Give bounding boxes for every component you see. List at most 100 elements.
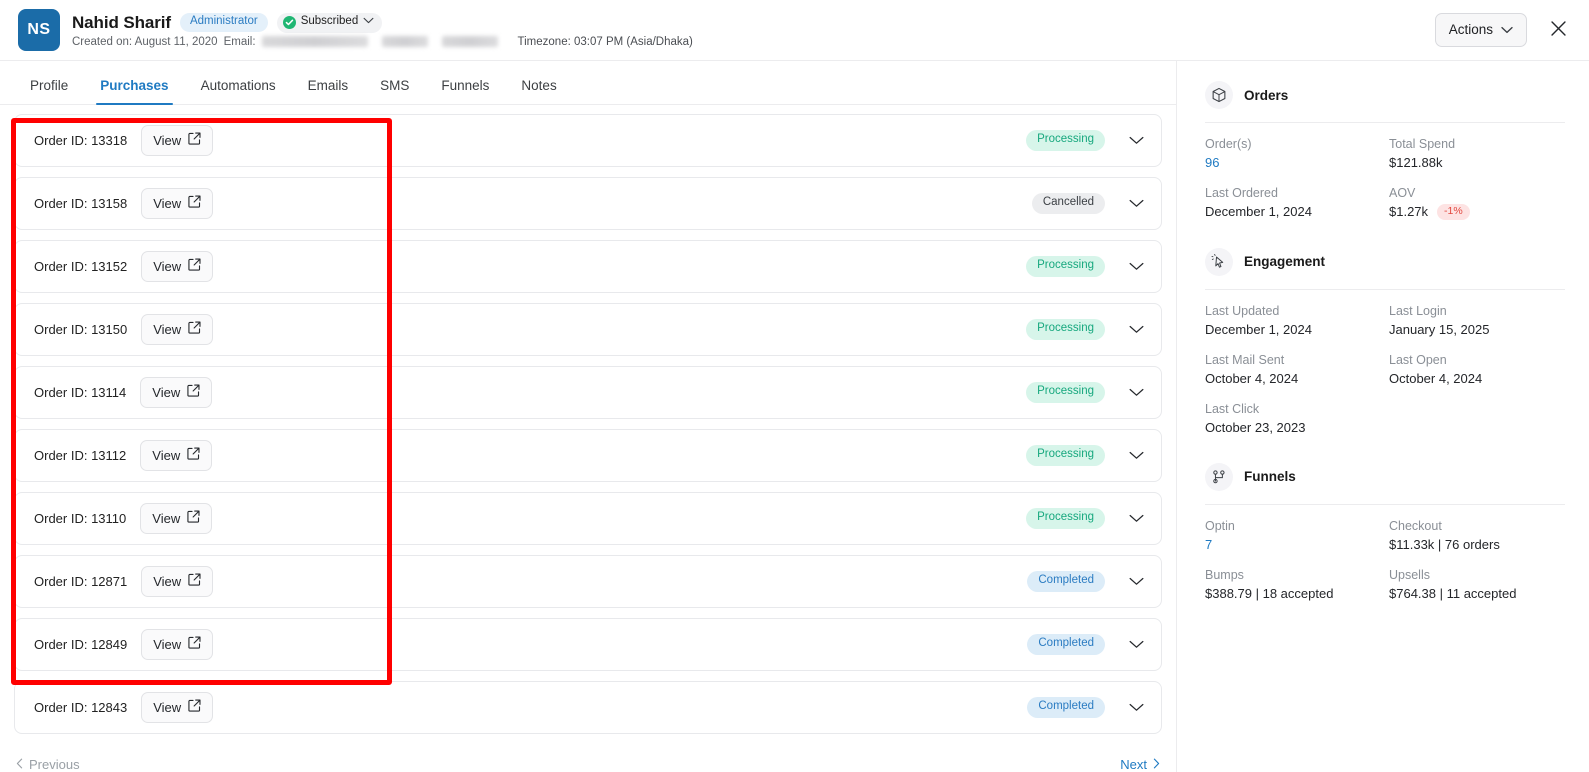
tab-profile[interactable]: Profile <box>14 78 84 105</box>
table-row[interactable]: Order ID: 12871 View Completed <box>14 555 1162 608</box>
view-order-button[interactable]: View <box>141 188 214 219</box>
table-row[interactable]: Order ID: 13114 View Processing <box>14 366 1162 419</box>
summary-field-label: Last Ordered <box>1205 186 1278 200</box>
table-row[interactable]: Order ID: 13150 View Processing <box>14 303 1162 356</box>
row-right-controls: Cancelled <box>1031 193 1145 214</box>
avatar: NS <box>18 9 60 51</box>
identity-text-block: Nahid Sharif Administrator Subscribed Cr… <box>72 12 693 48</box>
table-row[interactable]: Order ID: 13318 View Processing <box>14 114 1162 167</box>
summary-field-label: Checkout <box>1389 518 1442 533</box>
contact-detail-panel: NS Nahid Sharif Administrator Subscribed <box>0 0 1589 772</box>
divider <box>1205 503 1565 505</box>
summary-field-value-wrap: December 1, 2024 <box>1205 204 1381 219</box>
row-right-controls: Processing <box>1026 445 1145 466</box>
actions-button[interactable]: Actions <box>1434 13 1527 47</box>
tab-emails[interactable]: Emails <box>292 78 365 105</box>
close-button[interactable] <box>1545 17 1571 43</box>
expand-row-chevron-down-icon[interactable] <box>1127 514 1145 523</box>
summary-field-value: January 15, 2025 <box>1389 321 1490 337</box>
actions-button-label: Actions <box>1448 22 1493 37</box>
summary-field-label: Upsells <box>1389 567 1430 582</box>
status-badge: Processing <box>1026 256 1105 277</box>
summary-field: Total Spend $121.88k <box>1389 137 1565 170</box>
summary-field-value-wrap: October 4, 2024 <box>1205 371 1381 386</box>
view-order-label: View <box>152 384 181 400</box>
order-id-label: Order ID: 13318 <box>34 133 128 148</box>
view-order-label: View <box>153 636 182 652</box>
table-row[interactable]: Order ID: 13110 View Processing <box>14 492 1162 545</box>
view-order-button[interactable]: View <box>141 566 214 597</box>
view-order-button[interactable]: View <box>141 692 214 723</box>
tab-notes[interactable]: Notes <box>505 78 572 105</box>
expand-row-chevron-down-icon[interactable] <box>1127 577 1145 586</box>
expand-row-chevron-down-icon[interactable] <box>1127 640 1145 649</box>
external-link-icon <box>188 258 201 274</box>
view-order-button[interactable]: View <box>141 125 214 156</box>
status-badge: Completed <box>1027 697 1105 718</box>
next-page-button[interactable]: Next <box>1120 757 1160 772</box>
table-row[interactable]: Order ID: 13158 View Cancelled <box>14 177 1162 230</box>
expand-row-chevron-down-icon[interactable] <box>1127 199 1145 208</box>
summary-field-value-wrap[interactable]: 7 <box>1205 537 1381 552</box>
summary-field-label: Last Click <box>1205 401 1260 416</box>
table-row[interactable]: Order ID: 13152 View Processing <box>14 240 1162 293</box>
summary-field-value-wrap: $1.27k -1% <box>1389 204 1565 220</box>
summary-field: Last Login January 15, 2025 <box>1389 304 1565 337</box>
engagement-fields: Last Updated December 1, 2024 Last Login Ja… <box>1205 304 1565 435</box>
identity-secondary-row: Created on: August 11, 2020 Email: Timez… <box>72 36 693 48</box>
divider <box>1205 288 1565 290</box>
expand-row-chevron-down-icon[interactable] <box>1127 262 1145 271</box>
order-id-label: Order ID: 12849 <box>34 637 128 652</box>
view-order-button[interactable]: View <box>141 629 214 660</box>
timezone-text: Timezone: 03:07 PM (Asia/Dhaka) <box>517 35 693 48</box>
tab-funnels[interactable]: Funnels <box>425 78 505 105</box>
next-page-label: Next <box>1120 757 1147 772</box>
view-order-button[interactable]: View <box>140 440 213 471</box>
created-on-text: Created on: August 11, 2020 <box>72 35 218 48</box>
view-order-button[interactable]: View <box>140 377 213 408</box>
summary-field-value-wrap: December 1, 2024 <box>1205 322 1381 337</box>
summary-field: Upsells $764.38 | 11 accepted <box>1389 568 1565 601</box>
expand-row-chevron-down-icon[interactable] <box>1127 703 1145 712</box>
order-id-label: Order ID: 13158 <box>34 196 128 211</box>
view-order-label: View <box>152 510 181 526</box>
contact-identity: NS Nahid Sharif Administrator Subscribed <box>18 9 693 51</box>
summary-field-value: 7 <box>1205 536 1213 552</box>
view-order-button[interactable]: View <box>141 251 214 282</box>
expand-row-chevron-down-icon[interactable] <box>1127 388 1145 397</box>
tab-automations[interactable]: Automations <box>185 78 292 105</box>
view-order-button[interactable]: View <box>140 503 213 534</box>
summary-field-value-wrap[interactable]: 96 <box>1205 155 1381 170</box>
summary-field-value-wrap: $764.38 | 11 accepted <box>1389 586 1565 601</box>
row-right-controls: Processing <box>1026 319 1145 340</box>
expand-row-chevron-down-icon[interactable] <box>1127 325 1145 334</box>
summary-field-value: October 4, 2024 <box>1205 370 1299 386</box>
summary-field: Optin 7 <box>1205 519 1381 552</box>
row-right-controls: Processing <box>1026 256 1145 277</box>
tab-purchases[interactable]: Purchases <box>84 78 184 105</box>
summary-field: Checkout $11.33k | 76 orders <box>1389 519 1565 552</box>
subscription-status-dropdown[interactable]: Subscribed <box>276 12 383 33</box>
orders-list: Order ID: 13318 View Processing Order ID: 1… <box>0 105 1176 741</box>
tab-sms[interactable]: SMS <box>364 78 425 105</box>
view-order-label: View <box>153 321 182 337</box>
redacted-email <box>261 36 368 47</box>
expand-row-chevron-down-icon[interactable] <box>1127 136 1145 145</box>
summary-field: Order(s) 96 <box>1205 137 1381 170</box>
view-order-button[interactable]: View <box>141 314 214 345</box>
expand-row-chevron-down-icon[interactable] <box>1127 451 1145 460</box>
table-row[interactable]: Order ID: 12843 View Completed <box>14 681 1162 734</box>
chevron-right-icon <box>1153 757 1160 772</box>
table-row[interactable]: Order ID: 12849 View Completed <box>14 618 1162 671</box>
summary-field-value: $764.38 | 11 accepted <box>1389 585 1517 601</box>
previous-page-button[interactable]: Previous <box>16 757 80 772</box>
order-id-label: Order ID: 12843 <box>34 700 128 715</box>
summary-field-value: October 23, 2023 <box>1205 419 1306 435</box>
chevron-down-icon <box>1501 22 1513 37</box>
table-row[interactable]: Order ID: 13112 View Processing <box>14 429 1162 482</box>
subscription-status-label: Subscribed <box>300 15 359 28</box>
view-order-label: View <box>153 195 182 211</box>
summary-field: Last Click October 23, 2023 <box>1205 402 1381 435</box>
chevron-down-icon <box>363 16 374 28</box>
order-id-label: Order ID: 13110 <box>34 511 127 526</box>
